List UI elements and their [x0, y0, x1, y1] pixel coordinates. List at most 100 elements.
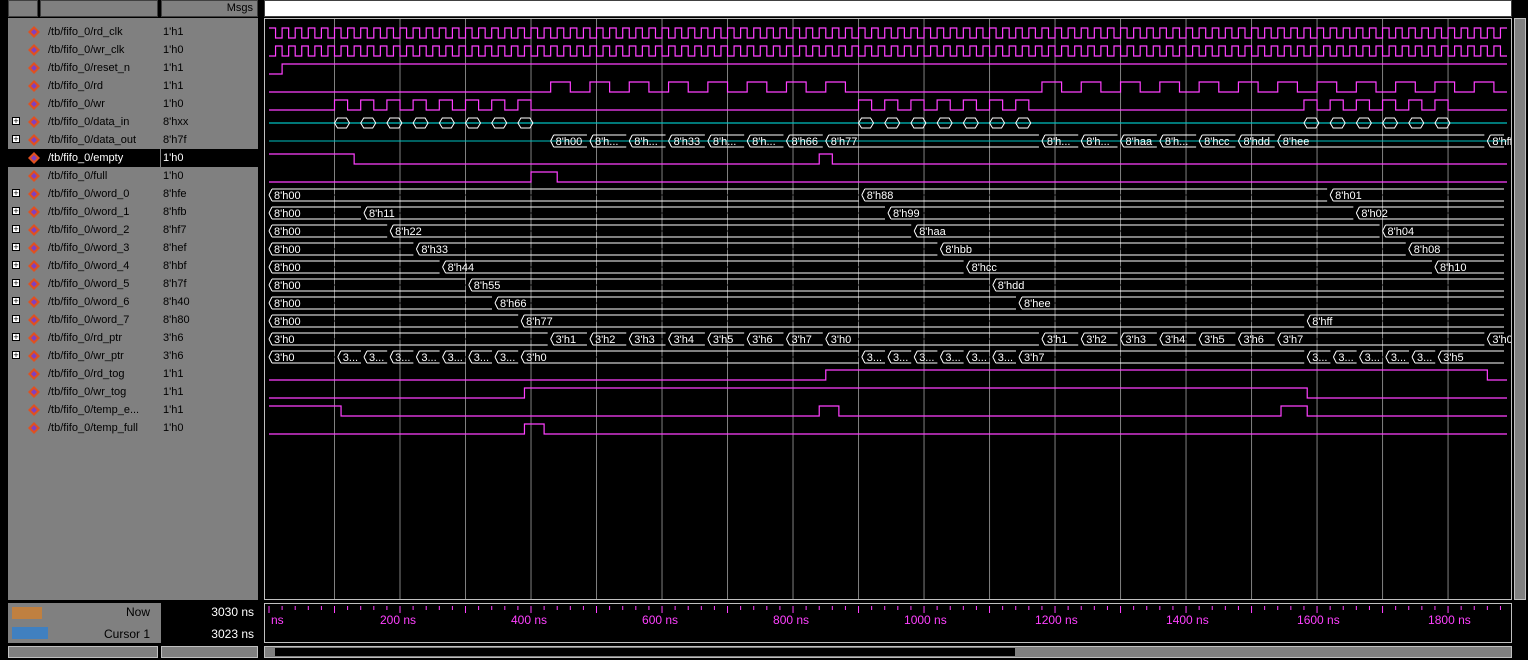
expand-icon[interactable]: +: [12, 117, 20, 126]
bus-value-label: 8'hcc: [1204, 136, 1230, 148]
signal-row[interactable]: /tb/fifo_0/rd: [8, 77, 160, 95]
bit-waveform: [269, 99, 1507, 111]
wave-header: [264, 0, 1512, 17]
bus-value-label: 8'h00: [274, 226, 301, 238]
signal-name: /tb/fifo_0/reset_n: [48, 62, 130, 74]
signal-row[interactable]: /tb/fifo_0/wr_tog: [8, 383, 160, 401]
expand-icon[interactable]: +: [12, 297, 20, 306]
signal-row[interactable]: + /tb/fifo_0/wr_ptr: [8, 347, 160, 365]
signal-value: 8'hfe: [163, 188, 187, 200]
signal-row[interactable]: + /tb/fifo_0/data_in: [8, 113, 160, 131]
bus-value-label: 8'hee: [1024, 298, 1051, 310]
signal-value: 1'h1: [163, 404, 184, 416]
bus-value-label: 3...: [369, 352, 384, 364]
signal-row[interactable]: + /tb/fifo_0/word_2: [8, 221, 160, 239]
bus-value-label: 3'h6: [752, 334, 772, 346]
bit-waveform: [269, 423, 1507, 435]
signal-row[interactable]: + /tb/fifo_0/word_5: [8, 275, 160, 293]
signal-row[interactable]: /tb/fifo_0/empty: [8, 149, 160, 167]
expand-icon[interactable]: +: [12, 225, 20, 234]
signal-row[interactable]: + /tb/fifo_0/data_out: [8, 131, 160, 149]
time-label: 1200 ns: [1035, 613, 1078, 627]
bus-value-label: 8'hdd: [1243, 136, 1270, 148]
bus-value-label: 8'h...: [595, 136, 619, 148]
time-label: 200 ns: [380, 613, 416, 627]
waveform-canvas[interactable]: 8'h00 8'h... 8'h... 8'h33 8'h... 8'h... 8'h66 8…: [265, 19, 1511, 599]
bus-value-label: 3'h1: [1047, 334, 1067, 346]
signal-row[interactable]: /tb/fifo_0/temp_e...: [8, 401, 160, 419]
time-ruler[interactable]: ns 200 ns 400 ns 600 ns 800 ns 1000 ns 1200 ns…: [264, 603, 1512, 643]
signal-name: /tb/fifo_0/word_0: [48, 188, 130, 200]
expand-icon[interactable]: +: [12, 207, 20, 216]
bus-value-label: 3'h2: [1086, 334, 1106, 346]
waveform-pane[interactable]: 8'h00 8'h... 8'h... 8'h33 8'h... 8'h... 8'h66 8…: [264, 18, 1512, 600]
signal-row[interactable]: + /tb/fifo_0/word_0: [8, 185, 160, 203]
bus-value-label: 8'hcc: [972, 262, 998, 274]
signal-value: 8'hbf: [163, 260, 187, 272]
bus-value-label: 8'h00: [274, 244, 301, 256]
signal-hscrollbar[interactable]: [8, 646, 158, 658]
bus-value-label: 8'h66: [500, 298, 527, 310]
signal-diamond-icon: [28, 224, 40, 236]
signal-name: /tb/fifo_0/full: [48, 170, 108, 182]
bus-value-label: 3...: [867, 352, 882, 364]
bus-value-label: 3'h6: [1243, 334, 1263, 346]
vertical-scrollbar[interactable]: [1514, 18, 1526, 600]
bus-value-label: 8'h...: [752, 136, 776, 148]
expand-icon[interactable]: +: [12, 351, 20, 360]
bus-value-label: 3...: [1312, 352, 1327, 364]
signal-value: 1'h1: [163, 62, 184, 74]
signal-diamond-icon: [28, 260, 40, 272]
bit-waveform: [269, 153, 1507, 165]
signal-row[interactable]: /tb/fifo_0/full: [8, 167, 160, 185]
expand-icon[interactable]: +: [12, 333, 20, 342]
expand-icon[interactable]: +: [12, 279, 20, 288]
signal-row[interactable]: + /tb/fifo_0/word_3: [8, 239, 160, 257]
signal-row[interactable]: + /tb/fifo_0/word_7: [8, 311, 160, 329]
signal-name: /tb/fifo_0/word_1: [48, 206, 130, 218]
bus-value-label: 3...: [919, 352, 934, 364]
bus-value-label: 8'h99: [893, 208, 920, 220]
now-icon: [12, 607, 42, 619]
signal-diamond-icon: [28, 296, 40, 308]
cursor-label: Cursor 1: [104, 627, 151, 641]
signal-name: /tb/fifo_0/rd_tog: [48, 368, 125, 380]
toolbar-icon-area[interactable]: [8, 0, 38, 17]
bus-value-label: 8'hdd: [998, 280, 1025, 292]
signal-row[interactable]: + /tb/fifo_0/word_4: [8, 257, 160, 275]
signal-row[interactable]: + /tb/fifo_0/word_6: [8, 293, 160, 311]
signal-name: /tb/fifo_0/word_7: [48, 314, 130, 326]
wave-hscrollbar[interactable]: [264, 646, 1512, 658]
status-values: 3030 ns 3023 ns: [161, 603, 258, 643]
bus-value-label: 3'h5: [1443, 352, 1463, 364]
expand-icon[interactable]: +: [12, 261, 20, 270]
bus-value-label: 8'h00: [274, 262, 301, 274]
signal-row[interactable]: /tb/fifo_0/rd_clk: [8, 23, 160, 41]
expand-icon[interactable]: +: [12, 315, 20, 324]
signal-row[interactable]: /tb/fifo_0/wr_clk: [8, 41, 160, 59]
signal-row[interactable]: /tb/fifo_0/temp_full: [8, 419, 160, 437]
bus-value-label: 8'h...: [1047, 136, 1071, 148]
signal-diamond-icon: [28, 386, 40, 398]
expand-icon[interactable]: +: [12, 243, 20, 252]
signal-value: 8'h7f: [163, 278, 187, 290]
bus-value-label: 3'h7: [1024, 352, 1044, 364]
signal-diamond-icon: [28, 134, 40, 146]
signal-value: 1'h0: [163, 44, 184, 56]
cursor-icon[interactable]: [12, 627, 48, 639]
bus-value-label: 8'h10: [1440, 262, 1467, 274]
wave-scroll-thumb[interactable]: [275, 648, 1015, 656]
value-hscrollbar[interactable]: [161, 646, 258, 658]
signal-row[interactable]: /tb/fifo_0/reset_n: [8, 59, 160, 77]
bit-waveform: [269, 387, 1507, 399]
expand-icon[interactable]: +: [12, 135, 20, 144]
expand-icon[interactable]: +: [12, 189, 20, 198]
signal-row[interactable]: /tb/fifo_0/wr: [8, 95, 160, 113]
signal-row[interactable]: /tb/fifo_0/rd_tog: [8, 365, 160, 383]
bit-waveform: [269, 405, 1507, 417]
signal-diamond-icon: [28, 98, 40, 110]
bus-value-label: 8'h33: [674, 136, 701, 148]
signal-row[interactable]: + /tb/fifo_0/word_1: [8, 203, 160, 221]
signal-row[interactable]: + /tb/fifo_0/rd_ptr: [8, 329, 160, 347]
time-label: 800 ns: [773, 613, 809, 627]
